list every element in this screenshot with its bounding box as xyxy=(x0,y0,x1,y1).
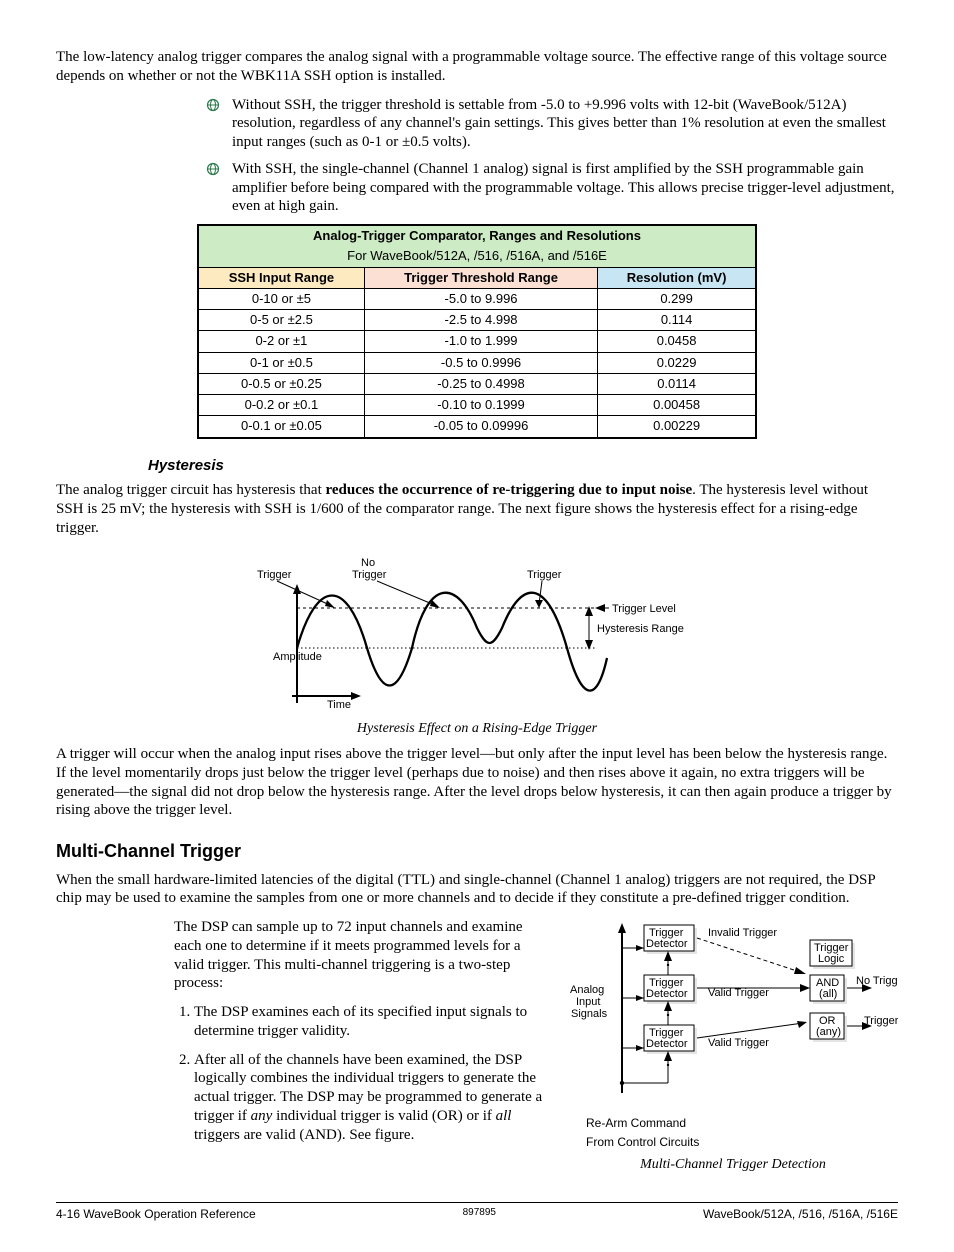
rearm-label-1: Re-Arm Command xyxy=(586,1116,898,1131)
multichannel-para-1: When the small hardware-limited latencie… xyxy=(56,871,898,909)
hysteresis-para-2: A trigger will occur when the analog inp… xyxy=(56,745,898,820)
bullet-with-ssh: With SSH, the single-channel (Channel 1 … xyxy=(206,160,898,216)
svg-text:Trigger: Trigger xyxy=(257,569,292,581)
hysteresis-caption: Hysteresis Effect on a Rising-Edge Trigg… xyxy=(56,720,898,738)
multichannel-diagram: Analog Input Signals Trigger Detector In… xyxy=(568,918,898,1174)
hysteresis-heading: Hysteresis xyxy=(148,457,898,476)
table-row: 0-5 or ±2.5-2.5 to 4.9980.114 xyxy=(198,310,756,331)
footer-left: 4-16 WaveBook Operation Reference xyxy=(56,1207,256,1222)
svg-text:No: No xyxy=(361,557,375,569)
svg-text:No Trigger: No Trigger xyxy=(856,975,898,987)
intro-para-1: The low-latency analog trigger compares … xyxy=(56,48,898,86)
table-row: 0-0.5 or ±0.25-0.25 to 0.49980.0114 xyxy=(198,373,756,394)
svg-text:Trigger Level: Trigger Level xyxy=(612,603,676,615)
table-subtitle: For WaveBook/512A, /516, /516A, and /516… xyxy=(198,246,756,267)
svg-text:(any): (any) xyxy=(816,1026,841,1038)
table-row: 0-1 or ±0.5-0.5 to 0.99960.0229 xyxy=(198,352,756,373)
col-header-threshold: Trigger Threshold Range xyxy=(364,267,597,288)
svg-text:Trigger: Trigger xyxy=(527,569,562,581)
table-row: 0-10 or ±5-5.0 to 9.9960.299 xyxy=(198,288,756,309)
intro-bullets: Without SSH, the trigger threshold is se… xyxy=(206,96,898,217)
svg-text:Logic: Logic xyxy=(818,953,845,965)
multichannel-steps: The DSP examines each of its specified i… xyxy=(174,1003,552,1144)
svg-text:Detector: Detector xyxy=(646,988,688,1000)
table-title: Analog-Trigger Comparator, Ranges and Re… xyxy=(198,225,756,246)
step-1: The DSP examines each of its specified i… xyxy=(194,1003,552,1041)
table-row: 0-2 or ±1-1.0 to 1.9990.0458 xyxy=(198,331,756,352)
svg-text:Trigger: Trigger xyxy=(352,569,387,581)
multichannel-caption: Multi-Channel Trigger Detection xyxy=(568,1156,898,1174)
multichannel-heading: Multi-Channel Trigger xyxy=(56,840,898,863)
hysteresis-figure: Amplitude Time Trigger No Trigger Trigge… xyxy=(237,548,717,718)
hysteresis-para-1: The analog trigger circuit has hysteresi… xyxy=(56,481,898,537)
comparator-table: Analog-Trigger Comparator, Ranges and Re… xyxy=(197,224,757,439)
svg-text:Signals: Signals xyxy=(571,1008,608,1020)
globe-icon xyxy=(206,162,220,176)
col-header-ssh-range: SSH Input Range xyxy=(198,267,364,288)
multichannel-para-2: The DSP can sample up to 72 input channe… xyxy=(174,918,552,993)
svg-text:Time: Time xyxy=(327,699,351,711)
svg-text:Input: Input xyxy=(576,996,600,1008)
svg-text:Valid Trigger: Valid Trigger xyxy=(708,987,769,999)
svg-text:Amplitude: Amplitude xyxy=(273,651,322,663)
svg-text:Valid Trigger: Valid Trigger xyxy=(708,1037,769,1049)
footer-right: WaveBook/512A, /516, /516A, /516E xyxy=(703,1207,898,1222)
bullet-text: Without SSH, the trigger threshold is se… xyxy=(232,97,886,151)
table-row: 0-0.2 or ±0.1-0.10 to 0.19990.00458 xyxy=(198,395,756,416)
col-header-resolution: Resolution (mV) xyxy=(598,267,756,288)
step-2: After all of the channels have been exam… xyxy=(194,1051,552,1145)
globe-icon xyxy=(206,98,220,112)
svg-text:(all): (all) xyxy=(819,988,837,1000)
svg-text:Hysteresis Range: Hysteresis Range xyxy=(597,623,684,635)
table-row: 0-0.1 or ±0.05-0.05 to 0.099960.00229 xyxy=(198,416,756,438)
svg-text:Detector: Detector xyxy=(646,938,688,950)
rearm-label-2: From Control Circuits xyxy=(586,1135,898,1150)
footer-mid: 897895 xyxy=(463,1207,496,1222)
bullet-text: With SSH, the single-channel (Channel 1 … xyxy=(232,161,895,215)
svg-text:Detector: Detector xyxy=(646,1038,688,1050)
bullet-without-ssh: Without SSH, the trigger threshold is se… xyxy=(206,96,898,152)
svg-text:Invalid Trigger: Invalid Trigger xyxy=(708,927,777,939)
svg-text:Analog: Analog xyxy=(570,984,604,996)
page-footer: 4-16 WaveBook Operation Reference 897895… xyxy=(56,1202,898,1222)
svg-text:Trigger: Trigger xyxy=(864,1015,898,1027)
